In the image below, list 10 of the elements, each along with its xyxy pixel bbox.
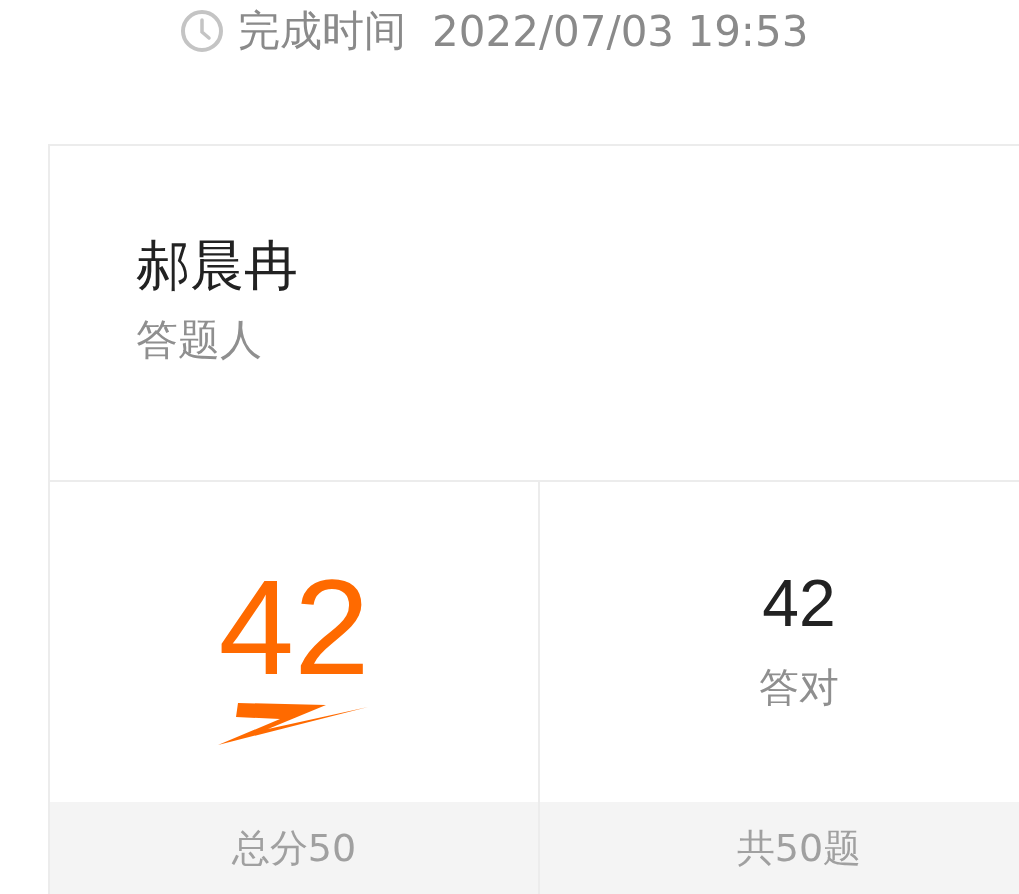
respondent-name: 郝晨冉	[136, 236, 299, 296]
correct-label: 答对	[759, 662, 840, 712]
stat-total: 总分50	[231, 824, 357, 872]
score-value: 42	[218, 559, 370, 695]
completion-label: 完成时间	[238, 5, 406, 57]
respondent-label: 答题人	[136, 317, 263, 364]
completion-time: 2022/07/03 19:53	[432, 6, 809, 56]
correct-count: 42	[762, 569, 836, 636]
clock-icon	[180, 9, 224, 53]
stat-total: 共50题	[736, 824, 862, 872]
